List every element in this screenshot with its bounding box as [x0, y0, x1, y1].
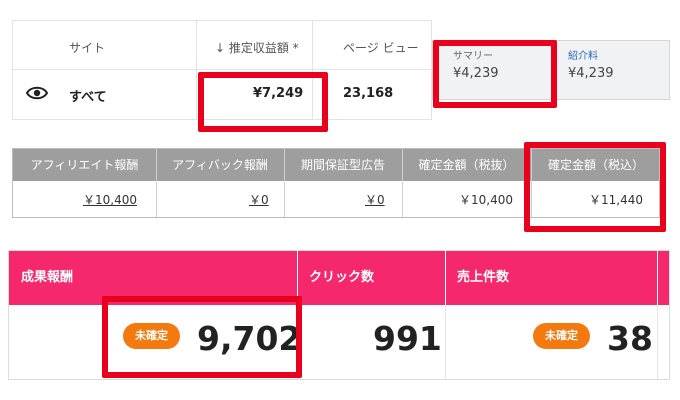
header-page-views[interactable]: ページ ビュー [343, 39, 419, 56]
sales-count-value: 38 [607, 319, 653, 358]
header-click-count: クリック数 [309, 270, 375, 285]
highlight-box-est-revenue [198, 72, 328, 132]
column-divider [196, 21, 197, 119]
header-period-guaranteed-ad: 期間保証型広告 [300, 158, 385, 172]
highlight-box-summary [433, 40, 557, 108]
affiliate-reward-link[interactable]: ￥10,400 [83, 181, 137, 219]
header-affiliate-reward: アフィリエイト報酬 [30, 158, 139, 172]
header-confirmed-excl-tax: 確定金額（税抜） [418, 158, 515, 172]
header-affiback-reward: アフィバック報酬 [172, 158, 268, 172]
row-divider [13, 69, 431, 70]
highlight-box-confirmed-incl-tax [524, 142, 666, 232]
affiback-reward-link[interactable]: ￥0 [249, 181, 269, 219]
header-divider [657, 251, 658, 305]
click-count-value: 991 [373, 319, 442, 358]
highlight-box-result-reward [102, 296, 302, 378]
eye-icon[interactable] [25, 85, 49, 101]
unconfirmed-badge: 未確定 [533, 323, 590, 349]
column-divider [445, 305, 446, 379]
header-divider [445, 251, 446, 305]
column-divider [657, 305, 658, 379]
header-sales-count: 売上件数 [457, 270, 510, 285]
period-guaranteed-ad-link[interactable]: ￥0 [365, 181, 385, 219]
row-site-all[interactable]: すべて [69, 86, 107, 105]
referral-value: ¥4,239 [568, 66, 614, 81]
page-views-value: 23,168 [343, 86, 394, 101]
header-est-revenue[interactable]: ↓ 推定収益額 * [215, 39, 299, 56]
header-site: サイト [69, 41, 106, 55]
referral-label[interactable]: 紹介料 [568, 47, 598, 62]
confirmed-excl-tax-value: ￥10,400 [459, 193, 513, 207]
header-result-reward: 成果報酬 [21, 270, 74, 285]
